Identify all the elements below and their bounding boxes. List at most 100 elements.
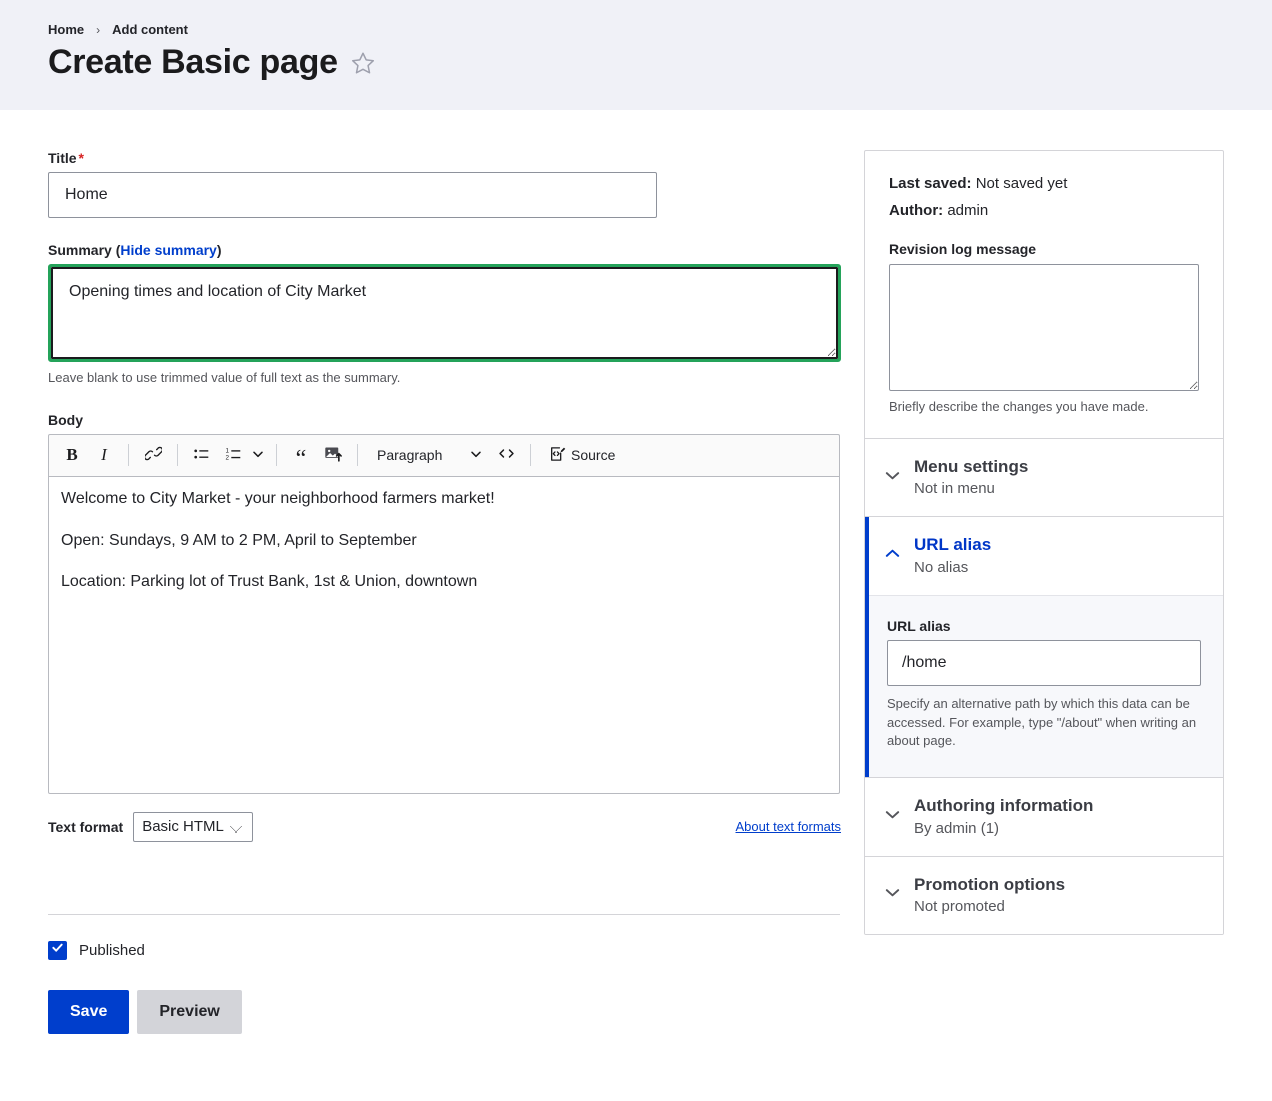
chevron-down-icon [470,447,482,463]
summary-label: Summary (Hide summary) [48,242,840,258]
accordion-title: URL alias [914,535,991,555]
text-format-select[interactable]: Basic HTML [133,812,253,842]
page-header: Home › Add content Create Basic page [0,0,1272,110]
breadcrumb: Home › Add content [48,22,1224,37]
numbered-list-split: 1 2 [219,440,267,470]
summary-label-suffix: ) [217,242,222,258]
preview-button[interactable]: Preview [137,990,241,1034]
breadcrumb-home[interactable]: Home [48,22,84,37]
bold-icon: B [66,445,77,465]
last-saved-line: Last saved: Not saved yet [889,175,1199,192]
published-label[interactable]: Published [79,942,145,959]
body-paragraph: Welcome to City Market - your neighborho… [61,489,827,510]
ckeditor-editable-area[interactable]: Welcome to City Market - your neighborho… [48,476,840,794]
link-button[interactable] [138,440,168,470]
breadcrumb-add-content[interactable]: Add content [112,22,188,37]
accordion-menu-settings-header[interactable]: Menu settings Not in menu [865,439,1223,516]
bulleted-list-icon [193,445,211,466]
summary-label-prefix: Summary ( [48,242,120,258]
page-title: Create Basic page [48,43,338,82]
form-actions: Save Preview [48,990,840,1034]
chevron-down-icon [883,466,902,490]
page-layout: Title* Summary (Hide summary) Opening ti… [0,110,1272,1034]
accordion-authoring-information-header[interactable]: Authoring information By admin (1) [865,778,1223,855]
image-upload-button[interactable] [318,440,348,470]
summary-description: Leave blank to use trimmed value of full… [48,369,840,388]
page-title-row: Create Basic page [48,43,1224,82]
node-meta-section: Last saved: Not saved yet Author: admin … [865,151,1223,439]
body-form-item: Body B I [48,412,840,842]
sidebar-column: Last saved: Not saved yet Author: admin … [864,110,1224,935]
revision-log-textarea[interactable] [889,264,1199,391]
accordion-authoring-information-texts: Authoring information By admin (1) [914,796,1093,837]
code-icon [497,444,516,466]
chevron-down-icon [883,805,902,829]
title-form-item: Title* [48,150,840,218]
accordion-url-alias-body: URL alias Specify an alternative path by… [865,595,1223,778]
toolbar-separator [128,444,129,466]
save-button[interactable]: Save [48,990,129,1034]
chevron-down-icon [883,883,902,907]
block-quote-button[interactable]: “ [286,440,316,470]
ckeditor: B I [48,434,840,794]
accordion-promotion-options: Promotion options Not promoted [865,857,1223,934]
text-format-row: Text format Basic HTML About text format… [48,812,841,842]
node-meta-card: Last saved: Not saved yet Author: admin … [864,150,1224,935]
hide-summary-toggle[interactable]: Hide summary [120,242,216,258]
italic-icon: I [101,445,107,465]
source-editing-icon [548,445,566,466]
body-paragraph: Open: Sundays, 9 AM to 2 PM, April to Se… [61,531,827,552]
last-saved-label: Last saved: [889,175,972,192]
italic-button[interactable]: I [89,440,119,470]
chevron-down-icon [252,448,264,463]
revision-log-label: Revision log message [889,241,1199,257]
accordion-promotion-options-header[interactable]: Promotion options Not promoted [865,857,1223,934]
numbered-list-icon: 1 2 [225,445,243,466]
code-button[interactable] [491,440,521,470]
accordion-title: Menu settings [914,457,1028,477]
bold-button[interactable]: B [57,440,87,470]
paragraph-style-label: Paragraph [377,447,442,463]
summary-textarea[interactable]: Opening times and location of City Marke… [51,267,838,359]
author-label: Author: [889,202,943,219]
toolbar-separator [530,444,531,466]
accordion-promotion-options-texts: Promotion options Not promoted [914,875,1065,916]
source-editing-label: Source [571,447,615,463]
accordion-authoring-information: Authoring information By admin (1) [865,778,1223,856]
bulleted-list-button[interactable] [187,440,217,470]
accordion-summary: Not in menu [914,480,1028,498]
summary-focus-ring: Opening times and location of City Marke… [48,264,841,362]
url-alias-input[interactable] [887,640,1201,686]
toolbar-separator [357,444,358,466]
body-label: Body [48,412,840,428]
accordion-url-alias-texts: URL alias No alias [914,535,991,576]
author-value: admin [947,202,988,219]
form-divider [48,914,840,915]
paragraph-style-dropdown[interactable]: Paragraph [367,440,489,470]
published-checkbox[interactable] [48,941,67,960]
url-alias-label: URL alias [887,618,1201,634]
accordion-url-alias-header[interactable]: URL alias No alias [865,517,1223,594]
required-marker: * [79,150,84,166]
main-content-column: Title* Summary (Hide summary) Opening ti… [48,110,840,1034]
checkmark-icon [51,941,64,959]
ckeditor-toolbar: B I [48,434,840,476]
title-input[interactable] [48,172,657,218]
svg-text:2: 2 [225,454,229,461]
about-text-formats-link[interactable]: About text formats [736,819,842,834]
accordion-title: Authoring information [914,796,1093,816]
title-label-text: Title [48,150,77,166]
url-alias-description: Specify an alternative path by which thi… [887,695,1201,752]
source-editing-button[interactable]: Source [540,440,623,470]
numbered-list-button[interactable]: 1 2 [219,440,249,470]
accordion-url-alias: URL alias No alias URL alias Specify an … [865,517,1223,778]
body-paragraph: Location: Parking lot of Trust Bank, 1st… [61,572,827,593]
accordion-menu-settings: Menu settings Not in menu [865,439,1223,517]
toolbar-separator [177,444,178,466]
breadcrumb-separator-icon: › [96,23,100,37]
star-outline-icon[interactable] [350,50,376,76]
accordion-summary: By admin (1) [914,820,1093,838]
last-saved-value: Not saved yet [976,175,1068,192]
chevron-up-icon [883,544,902,568]
list-options-dropdown-button[interactable] [249,440,267,470]
